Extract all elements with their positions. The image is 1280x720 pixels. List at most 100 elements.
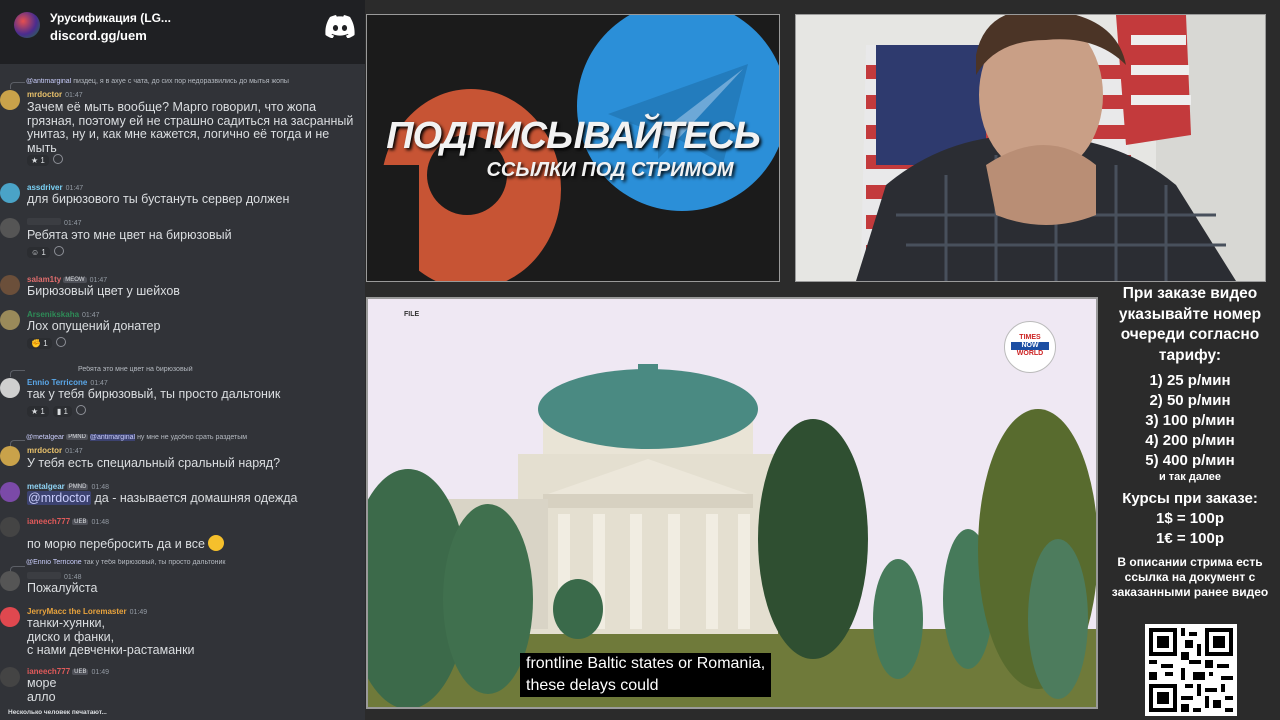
timestamp: 01:47 (64, 220, 82, 227)
timestamp: 01:47 (90, 380, 108, 387)
avatar[interactable] (0, 378, 20, 398)
reply-connector (10, 370, 25, 377)
message-meta: salam1ty MEOW 01:47 (27, 275, 107, 284)
avatar[interactable] (0, 275, 20, 295)
thinking-emoji-icon (208, 535, 225, 551)
avatar[interactable] (0, 517, 20, 537)
timestamp: 01:48 (91, 519, 110, 526)
username[interactable] (27, 572, 61, 579)
webcam-image (796, 15, 1265, 281)
add-reaction-icon[interactable] (55, 337, 66, 347)
caption-line-2: these delays could (526, 677, 659, 694)
role-tag: UEB (72, 519, 89, 525)
message-meta: mrdoctor 01:47 (27, 446, 83, 455)
reaction[interactable]: ★ 1 (27, 406, 49, 417)
role-tag: PMND (66, 434, 88, 440)
message-text: Пожалуйста (27, 581, 98, 595)
reply-preview[interactable]: @antimarginal пиздец, я в ахуе с чата, д… (26, 78, 361, 85)
rates-title: Курсы при заказе: (1122, 490, 1258, 507)
avatar[interactable] (0, 607, 20, 627)
avatar[interactable] (0, 446, 20, 466)
discord-icon (325, 15, 355, 38)
reply-user: @Ennio Terricone (26, 559, 82, 566)
reply-text: Ребята это мне цвет на бирюзовый (78, 366, 193, 373)
timestamp: 01:49 (91, 669, 110, 676)
reply-mention: @antimarginal (89, 434, 136, 441)
file-tag: FILE (404, 311, 420, 318)
message-text: по морю перебросить да и все (27, 535, 362, 552)
avatar[interactable] (0, 482, 20, 502)
reaction[interactable]: ☺ 1 (27, 247, 50, 258)
message-meta: ianeech777 UEB 01:49 (27, 667, 109, 676)
username[interactable]: Ennio Terricone (27, 378, 87, 387)
username[interactable]: metalgear (27, 482, 65, 491)
avatar[interactable] (0, 90, 20, 110)
username[interactable]: ianeech777 (27, 667, 70, 676)
message-text: Ребята это мне цвет на бирюзовый (27, 228, 232, 242)
username[interactable]: mrdoctor (27, 446, 62, 455)
username[interactable]: Arsenikskaha (27, 310, 79, 319)
message-body: по морю перебросить да и все (27, 537, 205, 551)
reply-preview[interactable]: @metalgear PMND @antimarginal ну мне не у… (26, 434, 361, 441)
reaction[interactable]: ▮ 1 (52, 406, 72, 417)
message-text: танки-хуянки, диско и фанки, с нами девч… (27, 616, 195, 657)
qr-code-icon[interactable] (1145, 624, 1237, 716)
order-info: При заказе видео указывайте номер очеред… (1100, 284, 1280, 600)
reaction-count: 1 (41, 248, 46, 257)
reaction[interactable]: ★ 1 (27, 155, 49, 166)
rate-eur: 1€ = 100р (1156, 530, 1224, 547)
message-meta: ianeech777 UEB 01:48 (27, 517, 109, 526)
reactions: ✊ 1 (27, 337, 66, 349)
reply-preview[interactable]: @Ennio Terricone так у тебя бирюзовый, т… (26, 559, 361, 566)
reply-text: ну мне не удобно срать раздетым (137, 434, 248, 441)
reply-text: так у тебя бирюзовый, ты просто дальтони… (83, 559, 226, 566)
times-now-logo: TIMES NOW WORLD (1004, 321, 1056, 373)
timestamp: 01:49 (129, 609, 148, 616)
patreon-logo-gap (381, 165, 419, 281)
message-meta: Arsenikskaha 01:47 (27, 310, 100, 319)
reaction-count: 1 (40, 156, 45, 165)
message-text: море алло (27, 676, 57, 704)
chat-header: Урусификация (LG... discord.gg/uem (0, 0, 365, 64)
subtitle-caption: frontline Baltic states or Romania, thes… (520, 653, 772, 697)
username[interactable]: salam1ty (27, 275, 61, 284)
reactions: ★ 1 ▮ 1 (27, 405, 86, 417)
message-body: да - называется домашняя одежда (91, 491, 298, 505)
message-text: Зачем её мыть вообще? Марго говорил, что… (27, 100, 354, 155)
timestamp: 01:48 (64, 574, 82, 581)
username[interactable]: assdriver (27, 183, 63, 192)
logo-mid: NOW (1011, 342, 1049, 350)
news-video[interactable]: FILE TIMES NOW WORLD frontline Baltic st… (366, 297, 1098, 709)
server-icon (14, 12, 40, 38)
tariff-5: 5) 400 р/мин (1145, 452, 1235, 469)
username[interactable]: mrdoctor (27, 90, 62, 99)
message-text: так у тебя бирюзовый, ты просто дальтони… (27, 387, 281, 401)
description-note: В описании стрима есть ссылка на докумен… (1111, 555, 1269, 599)
webcam-feed (795, 14, 1266, 282)
reply-connector (10, 82, 25, 89)
reaction[interactable]: ✊ 1 (27, 338, 52, 349)
reply-preview[interactable]: Ребята это мне цвет на бирюзовый (26, 366, 365, 373)
avatar[interactable] (0, 218, 20, 238)
user-mention[interactable]: @mrdoctor (27, 491, 92, 505)
username[interactable]: JerryMacc the Loremaster (27, 607, 127, 616)
add-reaction-icon[interactable] (53, 246, 64, 256)
message-meta: 01:48 (27, 572, 82, 581)
logo-bot: WORLD (1016, 350, 1044, 357)
message-text: для бирюзового ты бустануть сервер долже… (27, 192, 290, 206)
avatar[interactable] (0, 183, 20, 203)
avatar[interactable] (0, 571, 20, 591)
add-reaction-icon[interactable] (75, 405, 86, 415)
avatar[interactable] (0, 310, 20, 330)
reaction-count: 1 (43, 339, 48, 348)
timestamp: 01:47 (89, 277, 108, 284)
server-invite-link[interactable]: discord.gg/uem (50, 28, 147, 43)
username[interactable] (27, 218, 61, 225)
reply-user: @antimarginal (26, 78, 72, 85)
video-frame (368, 299, 1096, 707)
username[interactable]: ianeech777 (27, 517, 70, 526)
avatar[interactable] (0, 667, 20, 687)
add-reaction-icon[interactable] (52, 154, 63, 164)
tariff-4: 4) 200 р/мин (1145, 432, 1235, 449)
promo-subtitle: ССЫЛКИ ПОД СТРИМОМ (486, 159, 734, 181)
